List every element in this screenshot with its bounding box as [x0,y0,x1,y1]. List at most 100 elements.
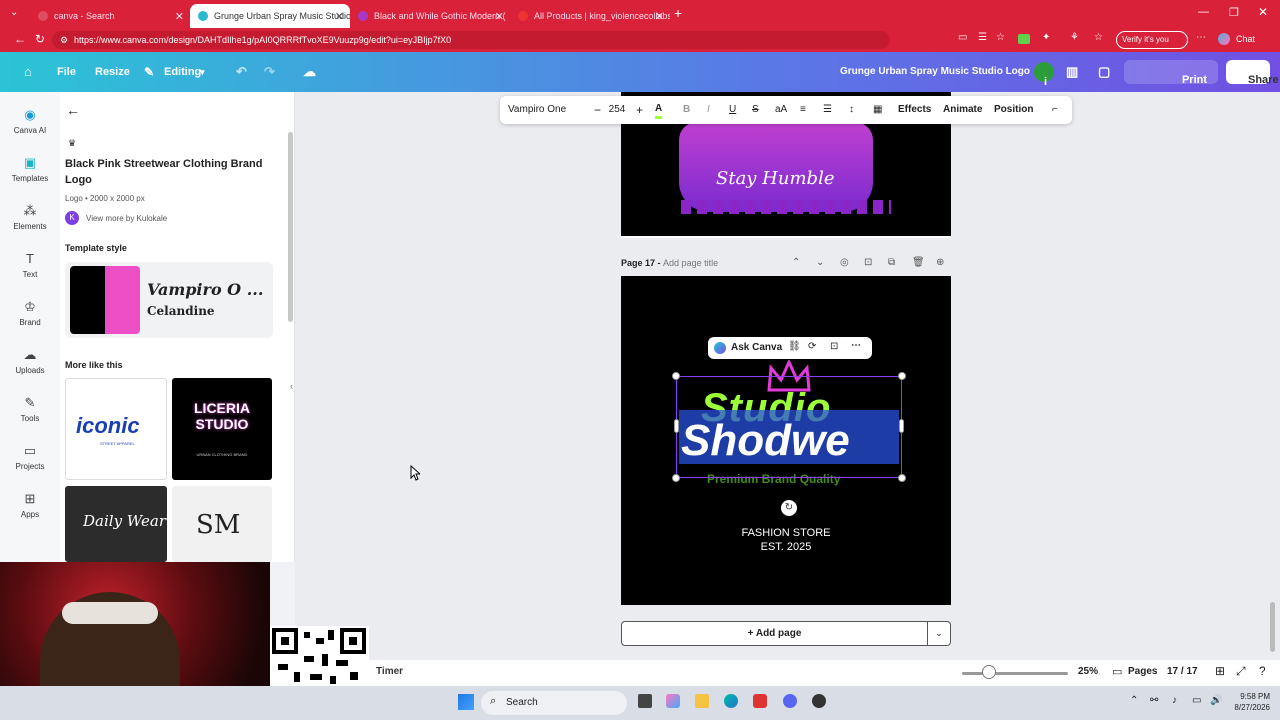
url-bar[interactable]: ⚙ https://www.canva.com/design/DAHTdIlhe… [52,31,890,49]
bookmark-star-icon[interactable]: ☆ [996,32,1005,43]
italic-icon[interactable]: I [707,96,710,124]
analytics-icon[interactable]: ▥ [1066,52,1078,92]
zoom-slider-track[interactable] [962,672,1068,675]
template-thumbnail[interactable]: Daily Wear [65,486,167,562]
ask-canva-button[interactable]: Ask Canva [731,342,782,353]
maximize-icon[interactable]: ❐ [1229,6,1239,19]
close-icon[interactable]: ✕ [495,10,504,23]
volume-icon[interactable]: 🔊 [1210,695,1222,706]
link-icon[interactable]: ⛓ [788,341,801,352]
back-arrow-icon[interactable]: ← [14,32,26,46]
add-page-button[interactable]: + Add page [621,621,928,646]
font-size-increase-button[interactable]: + [636,96,643,124]
store-app-icon[interactable] [753,694,767,708]
nav-tools[interactable]: ✎ Tools [0,396,60,424]
resize-button[interactable]: Resize [95,52,130,92]
lock-icon[interactable]: ⊡ [864,257,872,268]
minimize-icon[interactable]: — [1198,6,1209,18]
close-icon[interactable]: ✕ [335,10,344,23]
network-icon[interactable]: ⚯ [1150,695,1158,706]
microphone-icon[interactable]: ♪ [1172,695,1177,706]
grid-view-icon[interactable]: ⊞ [1215,664,1225,678]
browser-tab-3[interactable]: Black and While Gothic Modern ( ✕ [350,4,510,28]
hide-page-icon[interactable]: ◎ [840,257,849,268]
position-button[interactable]: Position [994,96,1033,124]
file-menu[interactable]: File [57,52,76,92]
close-icon[interactable]: ✕ [655,10,664,23]
list-icon[interactable]: ☰ [823,96,832,124]
text-color-icon[interactable]: A [655,102,663,119]
more-options-icon[interactable]: ⋯ [851,340,861,351]
reload-icon[interactable]: ↻ [35,32,45,46]
add-page-options-dropdown[interactable]: ⌄ [928,621,951,646]
redo-icon[interactable]: ↷ [264,52,275,92]
nav-brand[interactable]: ♔ Brand [0,300,60,328]
comment-icon[interactable]: ▢ [1098,52,1110,92]
tab-list-chevron-icon[interactable]: ⌄ [10,7,18,18]
document-title[interactable]: Grunge Urban Spray Music Studio Logo [840,52,1030,92]
lock-icon[interactable]: ⊡ [830,341,838,352]
spacing-icon[interactable]: ↕ [849,96,854,124]
chat-button[interactable]: Chat [1236,34,1255,44]
author-link[interactable]: View more by Kulokale [86,214,167,223]
avatar[interactable]: i [1034,62,1054,88]
template-style-card[interactable]: Vampiro O ... Celandine [65,262,273,338]
replace-icon[interactable]: ⟳ [808,341,816,352]
home-icon[interactable]: ⌂ [24,52,32,92]
favorites-icon[interactable]: ☆ [1094,32,1103,43]
share-button[interactable]: Share [1226,60,1279,86]
chevron-down-icon[interactable]: ▾ [200,52,205,92]
translate-icon[interactable]: ⚘ [1070,32,1079,43]
nav-apps[interactable]: ⊞ Apps [0,492,60,520]
tray-chevron-icon[interactable]: ⌃ [1130,695,1138,706]
reader-icon[interactable]: ☰ [978,32,987,43]
nav-text[interactable]: T Text [0,252,60,280]
discord-icon[interactable] [783,694,797,708]
windows-start-icon[interactable] [458,694,474,710]
template-thumbnail[interactable]: iconic STREET APPAREL [65,378,167,480]
extension-icon[interactable] [1018,34,1030,44]
nav-templates[interactable]: ▣ Templates [0,156,60,184]
browser-tab-2[interactable]: Grunge Urban Spray Music Studio ✕ [190,4,350,28]
canvas-scrollbar[interactable] [1270,602,1275,652]
timer-button[interactable]: Timer [376,666,403,677]
animate-button[interactable]: Animate [943,96,982,124]
display-icon[interactable]: ▭ [1192,695,1201,706]
transparency-icon[interactable]: ▦ [873,96,882,124]
rotate-handle-icon[interactable]: ↻ [781,500,797,516]
bold-icon[interactable]: B [683,96,690,124]
collapse-panel-icon[interactable]: ‹ [290,381,300,395]
editing-mode-dropdown[interactable]: Editing [164,52,201,92]
panel-scrollbar[interactable] [288,132,293,322]
browser-tab-4[interactable]: All Products | king_violencecollabs ✕ [510,4,670,28]
puzzle-icon[interactable]: ✦ [1042,32,1050,43]
align-icon[interactable]: ≡ [800,96,806,124]
cloud-save-icon[interactable]: ☁ [303,52,316,92]
resize-handle[interactable] [898,372,906,380]
fullscreen-icon[interactable]: ⤢ [1236,664,1246,679]
new-tab-icon[interactable]: + [674,5,682,21]
font-size-decrease-button[interactable]: − [594,96,601,124]
verify-profile-button[interactable]: Verify it's you [1116,31,1188,49]
nav-uploads[interactable]: ☁ Uploads [0,348,60,376]
selection-box[interactable] [672,372,906,482]
file-explorer-icon[interactable] [695,694,709,708]
resize-handle[interactable] [674,419,679,433]
strikethrough-icon[interactable]: S [752,96,759,124]
chevron-up-icon[interactable]: ⌃ [792,257,800,268]
delete-page-icon[interactable]: 🗑 [912,257,925,268]
pages-button[interactable]: Pages [1128,666,1157,677]
nav-elements[interactable]: ⁂ Elements [0,204,60,232]
nav-projects[interactable]: ▭ Projects [0,444,60,472]
resize-handle[interactable] [672,474,680,482]
close-icon[interactable]: ✕ [175,10,184,23]
install-app-icon[interactable]: ▭ [958,32,967,43]
more-menu-icon[interactable]: ⋯ [1196,32,1206,43]
add-page-icon[interactable]: ⊕ [936,257,944,268]
zoom-level[interactable]: 25% [1078,666,1098,677]
zoom-slider-thumb[interactable] [981,665,996,679]
browser-tab-1[interactable]: canva - Search ✕ [30,4,190,28]
window-close-icon[interactable]: ✕ [1258,5,1268,19]
template-thumbnail[interactable]: LICERIA STUDIO URBAN CLOTHING BRAND [172,378,272,480]
duplicate-page-icon[interactable]: ⧉ [888,257,895,268]
